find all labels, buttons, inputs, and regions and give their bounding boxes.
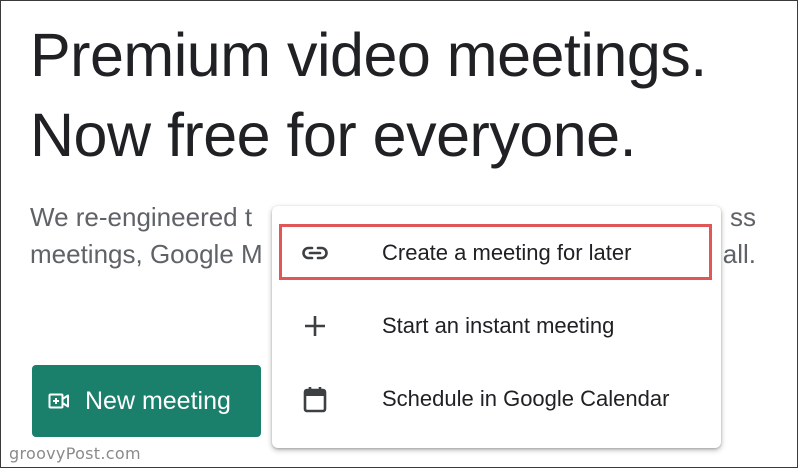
new-meeting-label: New meeting: [85, 386, 231, 415]
video-plus-icon: [47, 389, 71, 413]
menu-item-start-instant-meeting[interactable]: Start an instant meeting: [272, 295, 721, 357]
description-line-1-left: We re-engineered t: [30, 202, 253, 232]
calendar-icon: [300, 384, 330, 414]
new-meeting-button[interactable]: New meeting: [32, 365, 261, 437]
description-line-1-right: ss: [730, 202, 756, 232]
headline-line-2: Now free for everyone.: [30, 101, 637, 169]
menu-item-label: Create a meeting for later: [382, 240, 632, 265]
new-meeting-dropdown-menu: Create a meeting for later Start an inst…: [272, 206, 721, 448]
description-line-2-right: all.: [722, 239, 756, 269]
headline: Premium video meetings. Now free for eve…: [30, 15, 707, 175]
description-line-2-left: meetings, Google M: [30, 239, 263, 269]
link-icon: [300, 238, 330, 268]
page-frame: Premium video meetings. Now free for eve…: [0, 0, 798, 468]
plus-icon: [300, 311, 330, 341]
menu-item-schedule-google-calendar[interactable]: Schedule in Google Calendar: [272, 368, 721, 430]
menu-item-label: Schedule in Google Calendar: [382, 386, 670, 411]
menu-item-create-meeting-later[interactable]: Create a meeting for later: [272, 222, 721, 284]
description-text-left: We re-engineered t meetings, Google M: [30, 199, 263, 273]
menu-item-label: Start an instant meeting: [382, 313, 615, 338]
headline-line-1: Premium video meetings.: [30, 21, 707, 89]
description-text-right: ss all.: [723, 199, 756, 273]
watermark: groovyPost.com: [9, 444, 141, 463]
